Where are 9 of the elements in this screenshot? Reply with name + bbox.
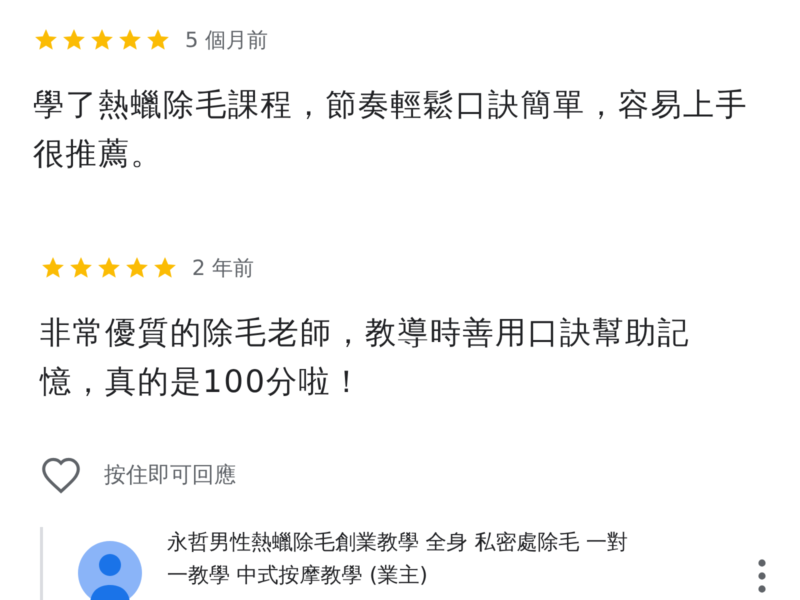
review-time: 2 年前 (192, 255, 254, 282)
avatar-icon (78, 541, 142, 600)
review-time: 5 個月前 (185, 27, 268, 54)
owner-name: 永哲男性熱蠟除毛創業教學 全身 私密處除毛 一對一教學 中式按摩教學 (業主) (167, 529, 630, 589)
heart-icon[interactable] (40, 456, 82, 494)
more-options-icon[interactable] (758, 559, 766, 593)
review-text: 非常優質的除毛老師，教導時善用口訣幫助記憶，真的是100分啦！ (40, 314, 691, 402)
review-text: 學了熱蠟除毛課程，節奏輕鬆口訣簡單，容易上手很推薦。 (33, 86, 749, 174)
reply-prompt[interactable]: 按住即可回應 (104, 460, 236, 490)
